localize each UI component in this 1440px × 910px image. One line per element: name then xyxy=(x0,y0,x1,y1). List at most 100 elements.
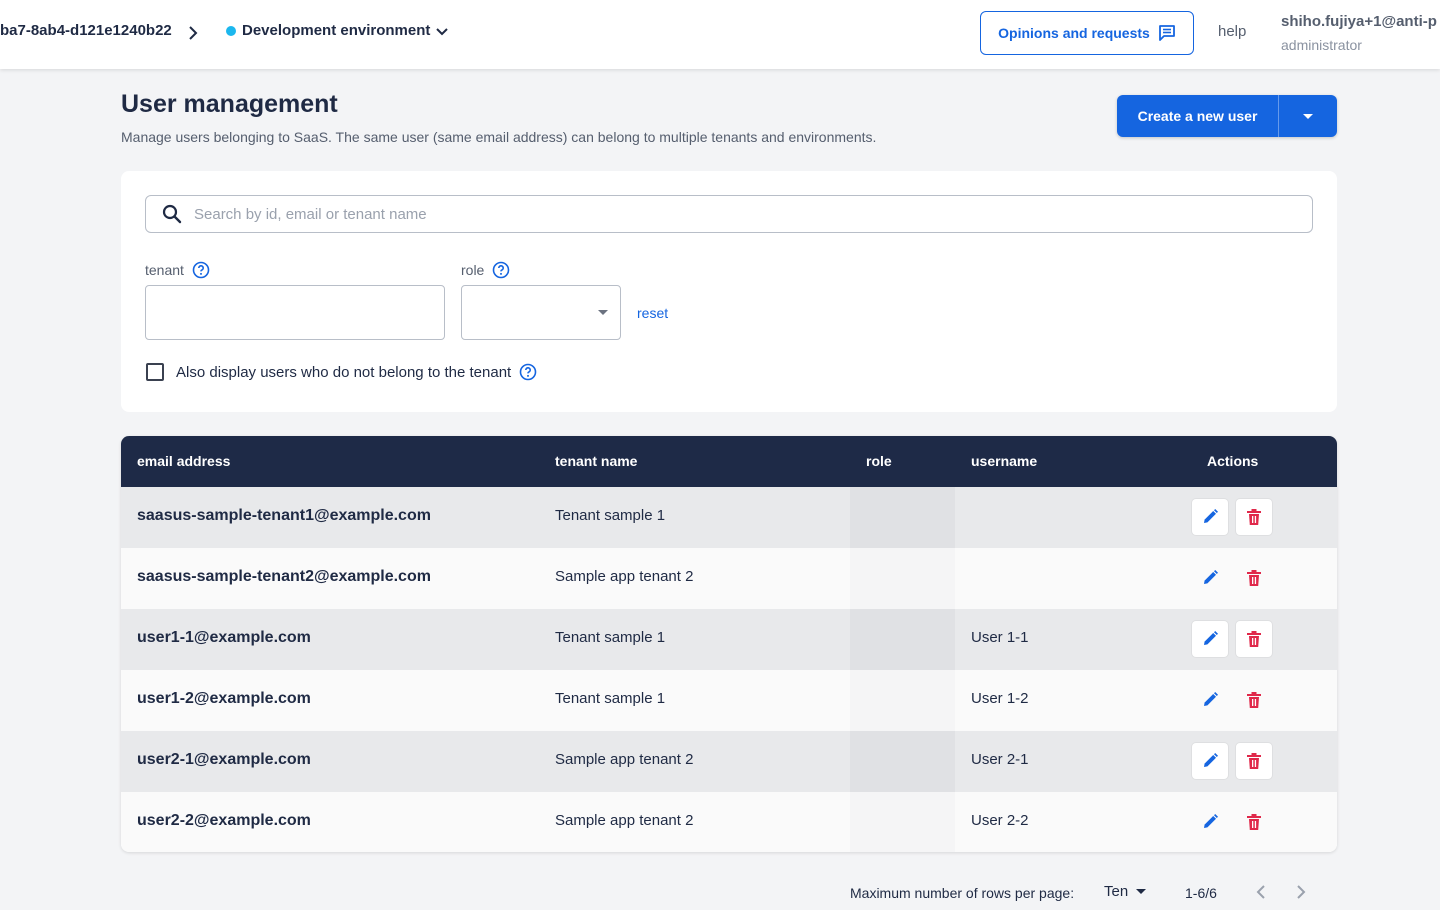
help-circle-icon[interactable] xyxy=(519,363,537,381)
username-cell: User 1-2 xyxy=(971,690,1029,707)
chat-icon xyxy=(1158,25,1175,41)
tenant-filter-label: tenant xyxy=(145,262,184,278)
environment-label: Development environment xyxy=(242,22,431,39)
opinions-label: Opinions and requests xyxy=(998,25,1150,41)
filter-panel: tenant role reset Also display users who… xyxy=(121,171,1337,412)
role-filter-label: role xyxy=(461,262,485,278)
table-row: user2-1@example.com Sample app tenant 2 … xyxy=(121,731,1337,792)
help-circle-icon[interactable] xyxy=(192,261,210,279)
email-cell: user2-2@example.com xyxy=(137,812,311,829)
delete-button[interactable] xyxy=(1236,804,1272,840)
trash-icon xyxy=(1247,692,1261,708)
tenant-cell: Tenant sample 1 xyxy=(555,690,666,707)
edit-button[interactable] xyxy=(1192,804,1228,840)
delete-button[interactable] xyxy=(1236,499,1272,535)
table-row: saasus-sample-tenant1@example.com Tenant… xyxy=(121,487,1337,548)
search-box xyxy=(145,195,1313,233)
search-input[interactable] xyxy=(194,205,1294,223)
chevron-down-icon[interactable] xyxy=(436,27,448,37)
role-filter-label-group: role xyxy=(461,261,510,279)
table-header: email address tenant name role username … xyxy=(121,436,1337,487)
search-icon xyxy=(162,204,182,224)
column-header-actions: Actions xyxy=(1207,453,1259,469)
pencil-icon xyxy=(1204,631,1218,645)
show-unassigned-label-group: Also display users who do not belong to … xyxy=(176,363,537,381)
column-header-tenant: tenant name xyxy=(555,453,638,469)
pencil-icon xyxy=(1204,753,1218,767)
trash-icon xyxy=(1247,814,1261,830)
top-bar: ba7-8ab4-d121e1240b22 Development enviro… xyxy=(0,0,1440,69)
delete-button[interactable] xyxy=(1236,560,1272,596)
username-cell: User 1-1 xyxy=(971,629,1029,646)
trash-icon xyxy=(1247,631,1261,647)
tenant-cell: Sample app tenant 2 xyxy=(555,812,694,829)
email-cell: user1-1@example.com xyxy=(137,629,311,646)
trash-icon xyxy=(1247,509,1261,525)
username-cell: User 2-2 xyxy=(971,812,1029,829)
reset-link[interactable]: reset xyxy=(637,305,668,321)
table-row: user2-2@example.com Sample app tenant 2 … xyxy=(121,792,1337,852)
email-cell: user2-1@example.com xyxy=(137,751,311,768)
username-cell: User 2-1 xyxy=(971,751,1029,768)
edit-button[interactable] xyxy=(1192,499,1228,535)
tenant-cell: Tenant sample 1 xyxy=(555,507,666,524)
chevron-right-icon[interactable] xyxy=(1294,884,1308,900)
tenant-cell: Sample app tenant 2 xyxy=(555,568,694,585)
column-header-username: username xyxy=(971,453,1038,469)
pencil-icon xyxy=(1204,570,1218,584)
pencil-icon xyxy=(1204,814,1218,828)
create-user-button[interactable]: Create a new user xyxy=(1117,95,1279,137)
pencil-icon xyxy=(1204,509,1218,523)
edit-button[interactable] xyxy=(1192,743,1228,779)
show-unassigned-checkbox[interactable] xyxy=(146,363,164,381)
create-user-button-group: Create a new user xyxy=(1117,95,1337,137)
breadcrumb-id[interactable]: ba7-8ab4-d121e1240b22 xyxy=(0,22,172,39)
pagination-range: 1-6/6 xyxy=(1185,885,1217,901)
chevron-left-icon[interactable] xyxy=(1254,884,1268,900)
role-cell xyxy=(850,670,955,731)
user-email[interactable]: shiho.fujiya+1@anti-p xyxy=(1281,13,1437,30)
trash-icon xyxy=(1247,570,1261,586)
edit-button[interactable] xyxy=(1192,621,1228,657)
trash-icon xyxy=(1247,753,1261,769)
email-cell: user1-2@example.com xyxy=(137,690,311,707)
column-header-role: role xyxy=(866,453,892,469)
show-unassigned-label[interactable]: Also display users who do not belong to … xyxy=(176,364,511,381)
rows-per-page-select[interactable]: Ten xyxy=(1104,883,1147,900)
caret-down-icon xyxy=(1136,889,1147,894)
role-cell xyxy=(850,731,955,792)
role-cell xyxy=(850,609,955,670)
environment-selector[interactable]: Development environment xyxy=(226,22,430,39)
edit-button[interactable] xyxy=(1192,560,1228,596)
table-row: saasus-sample-tenant2@example.com Sample… xyxy=(121,548,1337,609)
role-cell xyxy=(850,548,955,609)
chevron-right-icon xyxy=(189,26,198,40)
page-title: User management xyxy=(121,90,338,118)
table-row: user1-1@example.com Tenant sample 1 User… xyxy=(121,609,1337,670)
opinions-button[interactable]: Opinions and requests xyxy=(980,11,1194,55)
delete-button[interactable] xyxy=(1236,743,1272,779)
pencil-icon xyxy=(1204,692,1218,706)
email-cell: saasus-sample-tenant1@example.com xyxy=(137,507,431,524)
tenant-filter-label-group: tenant xyxy=(145,261,210,279)
table-row: user1-2@example.com Tenant sample 1 User… xyxy=(121,670,1337,731)
rows-per-page-label: Maximum number of rows per page: xyxy=(850,885,1075,901)
page-description: Manage users belonging to SaaS. The same… xyxy=(121,129,877,145)
edit-button[interactable] xyxy=(1192,682,1228,718)
tenant-filter-input[interactable] xyxy=(145,285,445,340)
create-user-dropdown[interactable] xyxy=(1279,95,1337,137)
column-header-email: email address xyxy=(137,453,231,469)
help-circle-icon[interactable] xyxy=(492,261,510,279)
role-cell xyxy=(850,792,955,852)
role-cell xyxy=(850,487,955,548)
help-link[interactable]: help xyxy=(1218,23,1246,40)
rows-per-page-value: Ten xyxy=(1104,883,1129,900)
delete-button[interactable] xyxy=(1236,621,1272,657)
email-cell: saasus-sample-tenant2@example.com xyxy=(137,568,431,585)
users-table: email address tenant name role username … xyxy=(121,436,1337,852)
user-role: administrator xyxy=(1281,37,1362,53)
role-filter-select[interactable] xyxy=(461,285,621,340)
delete-button[interactable] xyxy=(1236,682,1272,718)
caret-down-icon xyxy=(598,310,608,315)
tenant-cell: Tenant sample 1 xyxy=(555,629,666,646)
